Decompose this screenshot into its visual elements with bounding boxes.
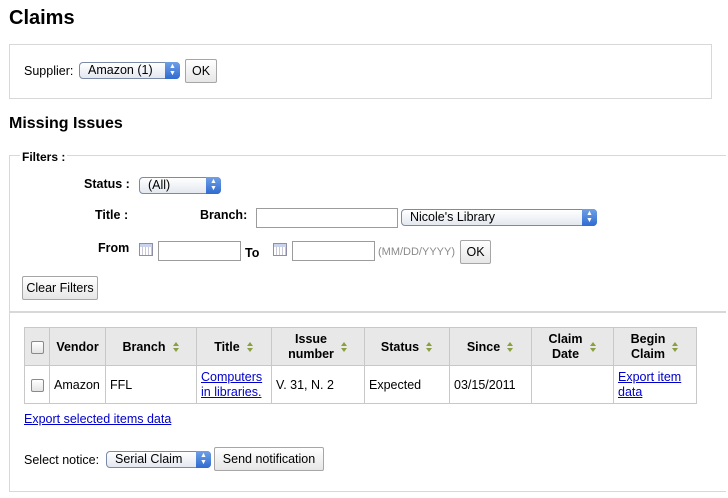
title-input[interactable] [256,208,398,228]
title-label: Title : [95,208,129,222]
row-select-cell [24,365,50,404]
column-header-label: Status [380,339,420,354]
column-header-branch[interactable]: Branch [105,327,197,366]
from-date-input[interactable] [158,241,241,261]
sort-icon [246,342,254,353]
calendar-icon[interactable] [273,243,287,256]
supplier-select[interactable]: Amazon (1) ▲ ▼ [79,62,180,79]
updown-arrows-icon: ▲ ▼ [196,451,211,468]
sort-icon [426,342,433,353]
vendor-cell: Amazon [49,365,106,404]
missing-issues-table: Vendor Branch Title Issue number Status … [24,327,697,404]
column-header-label: Vendor [56,339,99,354]
title-cell: Computers in libraries. [196,365,272,404]
begin-claim-cell: Export item data [613,365,697,404]
export-link-line: Export item [618,369,682,384]
clear-filters-button[interactable]: Clear Filters [22,276,98,300]
column-header-label: Claim [548,331,583,346]
column-header-since[interactable]: Since [449,327,532,366]
select-all-checkbox[interactable] [30,340,44,354]
column-header-vendor[interactable]: Vendor [49,327,106,366]
to-label: To [245,246,260,260]
updown-arrows-icon: ▲ ▼ [582,209,597,226]
title-link-line: in libraries. [201,384,262,399]
row-checkbox[interactable] [30,378,44,392]
filters-ok-button[interactable]: OK [460,240,491,264]
sort-icon [340,341,348,352]
notice-select-value: Serial Claim [115,452,183,466]
updown-arrows-icon: ▲ ▼ [165,62,180,79]
branch-select[interactable]: Nicole's Library ▲ ▼ [401,209,597,226]
supplier-label: Supplier: [24,64,74,78]
column-header-label: Since [466,339,501,354]
column-header-label: Title [214,339,240,354]
column-header-label: number [288,346,334,361]
table-header-row: Vendor Branch Title Issue number Status … [24,327,697,366]
filters-legend: Filters : [20,150,68,164]
export-link-line: data [618,384,643,399]
branch-label: Branch: [200,208,248,222]
sort-icon [672,341,679,352]
status-label: Status : [84,177,130,191]
column-header-status[interactable]: Status [364,327,450,366]
supplier-ok-button[interactable]: OK [185,59,217,83]
export-selected-items-link[interactable]: Export selected items data [24,412,171,426]
column-header-begin-claim[interactable]: Begin Claim [613,327,697,366]
sort-icon [172,342,180,353]
from-label: From [98,241,130,255]
export-item-data-link[interactable]: Export item data [618,370,681,399]
claim-date-cell [531,365,614,404]
branch-select-value: Nicole's Library [410,210,496,224]
date-format-hint: (MM/DD/YYYY) [378,246,455,258]
title-link[interactable]: Computers in libraries. [201,370,262,399]
to-date-input[interactable] [292,241,375,261]
page-title: Claims [9,7,75,29]
table-row: Amazon FFL Computers in libraries. V. 31,… [24,365,697,404]
column-header-label: Date [551,346,580,361]
status-cell: Expected [364,365,450,404]
missing-issues-heading: Missing Issues [9,115,123,132]
sort-icon [589,341,597,352]
column-header-issue-number[interactable]: Issue number [271,327,365,366]
select-notice-label: Select notice: [24,453,100,467]
column-header-label: Begin [630,331,666,346]
sort-icon [507,342,514,353]
status-select[interactable]: (All) ▲ ▼ [139,177,221,194]
column-header-label: Branch [122,339,166,354]
send-notification-button[interactable]: Send notification [214,447,324,471]
issue-number-cell: V. 31, N. 2 [271,365,365,404]
status-select-value: (All) [148,178,171,192]
column-header-label: Issue [295,331,327,346]
column-header-label: Claim [630,346,666,361]
since-cell: 03/15/2011 [449,365,532,404]
supplier-select-value: Amazon (1) [88,63,153,77]
branch-cell: FFL [105,365,197,404]
column-header-claim-date[interactable]: Claim Date [531,327,614,366]
select-all-header [24,327,50,366]
updown-arrows-icon: ▲ ▼ [206,177,221,194]
column-header-title[interactable]: Title [196,327,272,366]
calendar-icon[interactable] [139,243,153,256]
title-link-line: Computers [201,369,263,384]
notice-select[interactable]: Serial Claim ▲ ▼ [106,451,211,468]
